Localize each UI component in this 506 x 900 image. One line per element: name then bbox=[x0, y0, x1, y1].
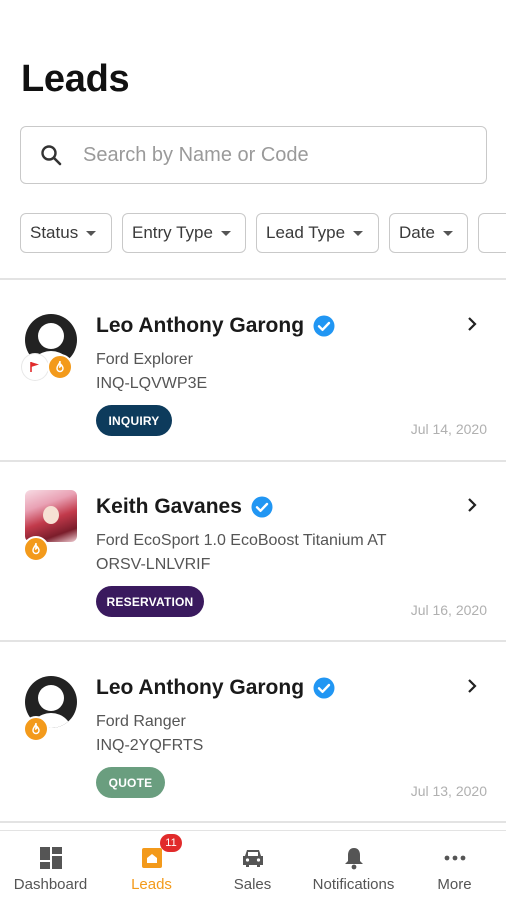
nav-more[interactable]: More bbox=[404, 831, 505, 900]
lead-code: INQ-LQVWP3E bbox=[96, 375, 208, 392]
nav-label: Dashboard bbox=[13, 876, 88, 893]
search-icon bbox=[41, 145, 62, 166]
lead-model: Ford Ranger bbox=[96, 713, 186, 730]
page-title: Leads bbox=[21, 58, 130, 100]
nav-notifications[interactable]: Notifications bbox=[303, 831, 404, 900]
flag-icon bbox=[22, 354, 48, 380]
filter-status[interactable]: Status bbox=[20, 213, 112, 253]
chevron-right-icon[interactable] bbox=[465, 678, 479, 694]
fire-icon bbox=[23, 536, 49, 562]
fire-icon bbox=[23, 716, 49, 742]
filter-entry-type[interactable]: Entry Type bbox=[122, 213, 246, 253]
search-input[interactable]: Search by Name or Code bbox=[20, 126, 487, 184]
nav-leads[interactable]: 11 Leads bbox=[101, 831, 202, 900]
lead-code: ORSV-LNLVRIF bbox=[96, 556, 211, 573]
lead-name-text: Keith Gavanes bbox=[96, 495, 242, 518]
verified-icon bbox=[313, 315, 335, 337]
lead-card[interactable]: Leo Anthony Garong Ford Explorer INQ-LQV… bbox=[0, 280, 506, 458]
nav-label: More bbox=[437, 876, 472, 893]
lead-name: Keith Gavanes bbox=[96, 495, 273, 519]
status-badge: RESERVATION bbox=[96, 586, 204, 617]
divider bbox=[0, 821, 506, 823]
filter-more[interactable] bbox=[478, 213, 506, 253]
avatar bbox=[25, 490, 77, 542]
lead-name-text: Leo Anthony Garong bbox=[96, 314, 305, 337]
caret-down-icon bbox=[86, 230, 97, 236]
chevron-right-icon[interactable] bbox=[465, 316, 479, 332]
lead-model: Ford Explorer bbox=[96, 351, 193, 368]
lead-date: Jul 14, 2020 bbox=[410, 421, 487, 437]
dashboard-icon bbox=[39, 847, 62, 869]
filter-label: Status bbox=[30, 223, 79, 242]
notification-count-badge: 11 bbox=[160, 834, 182, 852]
lead-name-text: Leo Anthony Garong bbox=[96, 676, 305, 699]
search-placeholder: Search by Name or Code bbox=[83, 143, 309, 166]
fire-icon bbox=[47, 354, 73, 380]
nav-label: Notifications bbox=[312, 876, 395, 893]
filter-bar: Status Entry Type Lead Type Date bbox=[20, 213, 506, 253]
filter-label: Lead Type bbox=[266, 223, 346, 242]
lead-card[interactable]: Keith Gavanes Ford EcoSport 1.0 EcoBoost… bbox=[0, 461, 506, 639]
lead-code: INQ-2YQFRTS bbox=[96, 737, 204, 754]
status-badge: INQUIRY bbox=[96, 405, 172, 436]
lead-name: Leo Anthony Garong bbox=[96, 314, 335, 338]
filter-lead-type[interactable]: Lead Type bbox=[256, 213, 379, 253]
lead-model: Ford EcoSport 1.0 EcoBoost Titanium AT bbox=[96, 532, 387, 549]
nav-dashboard[interactable]: Dashboard bbox=[0, 831, 101, 900]
bell-icon bbox=[344, 848, 363, 870]
filter-label: Entry Type bbox=[132, 223, 213, 242]
filter-label: Date bbox=[399, 223, 435, 242]
lead-name: Leo Anthony Garong bbox=[96, 676, 335, 700]
caret-down-icon bbox=[353, 230, 364, 236]
verified-icon bbox=[313, 677, 335, 699]
nav-label: Leads bbox=[131, 876, 172, 893]
lead-date: Jul 16, 2020 bbox=[410, 602, 487, 618]
caret-down-icon bbox=[442, 230, 453, 236]
caret-down-icon bbox=[220, 230, 231, 236]
filter-date[interactable]: Date bbox=[389, 213, 468, 253]
bottom-nav: Dashboard 11 Leads Sales Notifications M… bbox=[0, 830, 506, 900]
chevron-right-icon[interactable] bbox=[465, 497, 479, 513]
car-icon bbox=[242, 850, 263, 867]
nav-sales[interactable]: Sales bbox=[202, 831, 303, 900]
leads-icon bbox=[141, 848, 162, 868]
nav-label: Sales bbox=[233, 876, 272, 893]
more-icon bbox=[444, 855, 465, 861]
lead-card[interactable]: Leo Anthony Garong Ford Ranger INQ-2YQFR… bbox=[0, 642, 506, 820]
lead-date: Jul 13, 2020 bbox=[410, 783, 487, 799]
status-badge: QUOTE bbox=[96, 767, 165, 798]
verified-icon bbox=[251, 496, 273, 518]
